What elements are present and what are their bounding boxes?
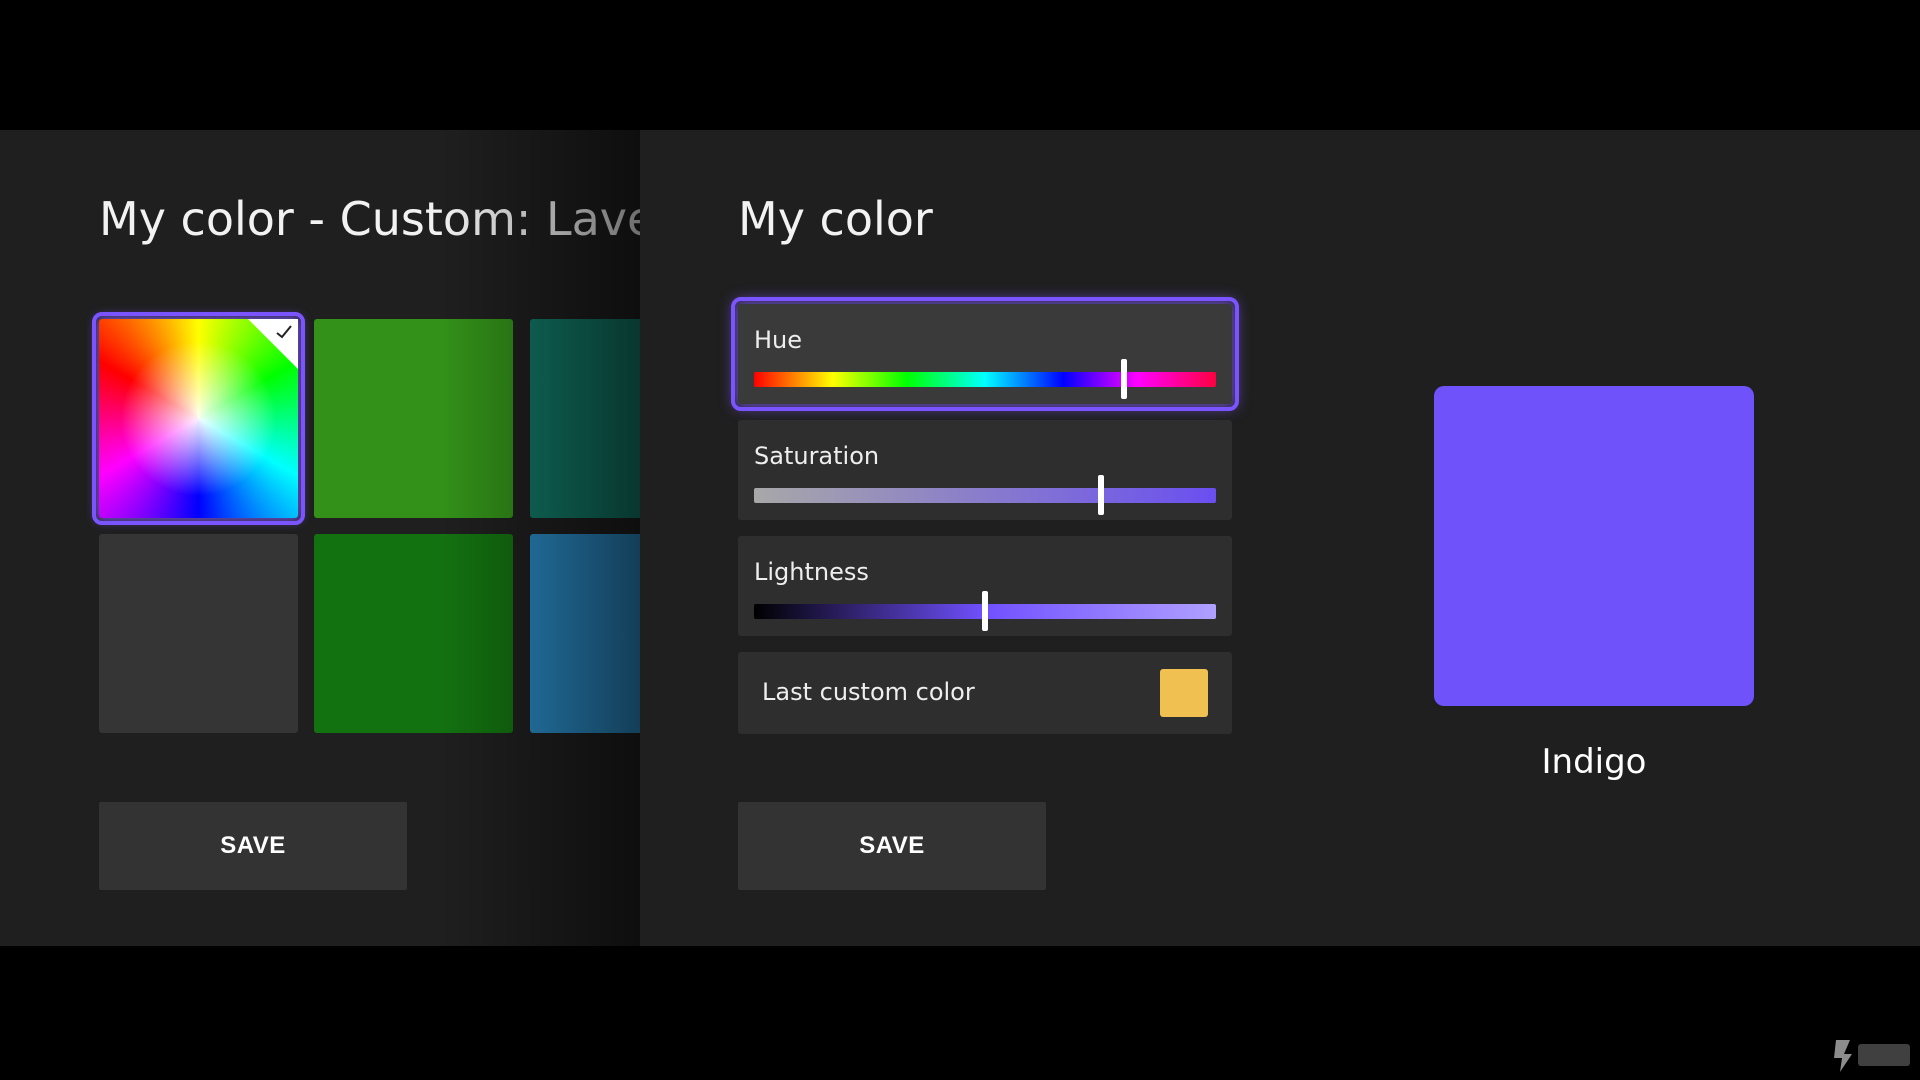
saturation-track[interactable] bbox=[754, 475, 1216, 515]
last-custom-color-label: Last custom color bbox=[762, 678, 975, 706]
color-swatch[interactable] bbox=[314, 319, 513, 518]
hue-label: Hue bbox=[754, 326, 803, 354]
panel-title: My color bbox=[738, 192, 933, 246]
color-swatch[interactable] bbox=[314, 534, 513, 733]
color-grid-panel: My color - Custom: Laven SAVE bbox=[0, 130, 640, 946]
screen: My color - Custom: Laven SAVE My color H… bbox=[0, 0, 1920, 1080]
custom-color-swatch[interactable] bbox=[92, 312, 305, 525]
color-preview bbox=[1434, 386, 1754, 706]
watermark-icon bbox=[1834, 1040, 1910, 1072]
page-title: My color - Custom: Laven bbox=[99, 192, 640, 246]
watermark-logo bbox=[1824, 1032, 1914, 1076]
hue-slider-card[interactable]: Hue bbox=[731, 297, 1239, 411]
color-swatch[interactable] bbox=[99, 534, 298, 733]
color-swatch[interactable] bbox=[530, 319, 640, 518]
hue-track[interactable] bbox=[754, 359, 1216, 399]
lightness-slider-card[interactable]: Lightness bbox=[738, 536, 1232, 636]
save-button[interactable]: SAVE bbox=[738, 802, 1046, 890]
color-swatch[interactable] bbox=[530, 534, 640, 733]
lightness-label: Lightness bbox=[754, 558, 869, 586]
hue-thumb[interactable] bbox=[1120, 359, 1127, 399]
last-custom-color-item[interactable]: Last custom color bbox=[738, 652, 1232, 734]
last-custom-color-chip bbox=[1160, 669, 1208, 717]
saturation-label: Saturation bbox=[754, 442, 880, 470]
lightness-thumb[interactable] bbox=[982, 591, 988, 631]
save-button[interactable]: SAVE bbox=[99, 802, 407, 890]
saturation-thumb[interactable] bbox=[1097, 475, 1104, 515]
lightness-track[interactable] bbox=[754, 591, 1216, 631]
saturation-slider-card[interactable]: Saturation bbox=[738, 420, 1232, 520]
check-icon bbox=[276, 325, 292, 339]
my-color-panel: My color Hue Saturation Lightness Last c… bbox=[640, 130, 1920, 946]
color-name: Indigo bbox=[1541, 742, 1647, 782]
